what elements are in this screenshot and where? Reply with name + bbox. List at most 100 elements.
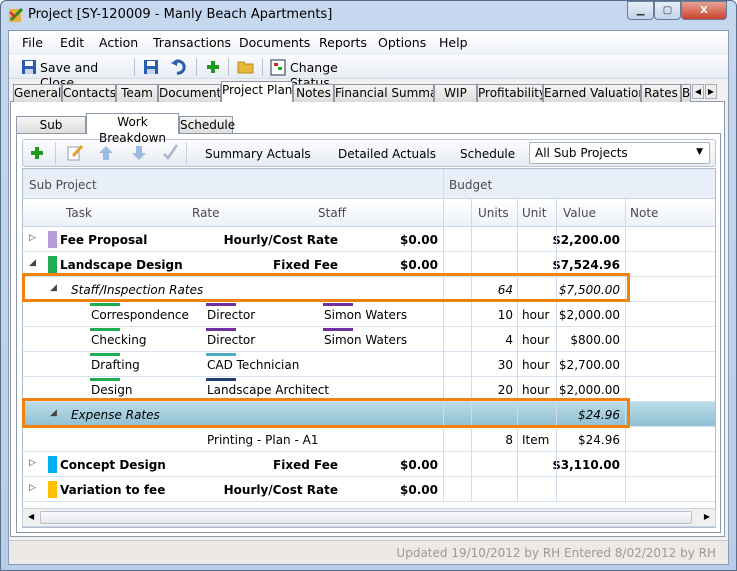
column-divider bbox=[443, 199, 444, 502]
tab-b[interactable]: B bbox=[681, 84, 691, 102]
tab-scroll-right-button[interactable]: ▶ bbox=[705, 84, 717, 99]
grid-row[interactable]: Correspondence Director Simon Waters 10 hour… bbox=[23, 302, 715, 327]
task-name: Checking bbox=[91, 333, 147, 347]
grid-header-groups bbox=[23, 169, 715, 199]
grid-row[interactable]: ▷ Variation to fee Hourly/Cost Rate $0.00 bbox=[23, 477, 715, 502]
column-divider bbox=[517, 199, 518, 502]
staff-color-bar bbox=[323, 303, 353, 306]
grid-row[interactable]: Printing - Plan - A1 8 Item $24.96 bbox=[23, 427, 715, 452]
edit-icon[interactable] bbox=[66, 144, 84, 162]
rate-color-bar bbox=[206, 353, 236, 356]
scroll-right-icon[interactable]: ▶ bbox=[704, 512, 710, 521]
column-value[interactable]: Value bbox=[563, 206, 596, 220]
undo-icon[interactable] bbox=[170, 58, 188, 76]
tab-financial-summary[interactable]: Financial Summary bbox=[334, 84, 434, 102]
scroll-left-icon[interactable]: ◀ bbox=[28, 512, 34, 521]
schedule-button[interactable]: Schedule bbox=[460, 147, 515, 161]
column-divider bbox=[471, 199, 472, 502]
task-color-bar bbox=[90, 303, 120, 306]
tab-profitability[interactable]: Profitability bbox=[477, 84, 543, 102]
tab-team[interactable]: Team bbox=[116, 84, 158, 102]
save-icon bbox=[22, 60, 36, 74]
budget-value: $2,000.00 bbox=[558, 383, 620, 397]
save-icon[interactable] bbox=[143, 59, 159, 75]
column-unit[interactable]: Unit bbox=[522, 206, 546, 220]
rate-name: Landscape Architect bbox=[207, 383, 330, 397]
column-note[interactable]: Note bbox=[630, 206, 658, 220]
menu-action[interactable]: Action bbox=[99, 35, 138, 50]
tab-earned-valuations[interactable]: Earned Valuations bbox=[543, 84, 641, 102]
chevron-down-icon: ▼ bbox=[696, 147, 703, 157]
check-icon[interactable] bbox=[162, 144, 178, 160]
expand-icon[interactable]: ▷ bbox=[29, 483, 36, 493]
tab-notes[interactable]: Notes bbox=[293, 84, 334, 102]
units: 4 bbox=[505, 333, 513, 347]
summary-actuals-button[interactable]: Summary Actuals bbox=[205, 147, 311, 161]
rate-name: Printing - Plan - A1 bbox=[207, 433, 319, 447]
collapse-icon[interactable]: ◢ bbox=[29, 258, 36, 268]
move-down-icon[interactable] bbox=[131, 145, 147, 161]
horizontal-scrollbar[interactable]: ◀ ▶ bbox=[22, 508, 716, 527]
budget-value: $2,200.00 bbox=[552, 233, 620, 247]
amount: $0.00 bbox=[400, 233, 438, 247]
save-and-close-button[interactable]: Save and Close bbox=[21, 58, 125, 90]
detailed-actuals-button[interactable]: Detailed Actuals bbox=[338, 147, 436, 161]
unit: hour bbox=[522, 333, 550, 347]
add-icon[interactable] bbox=[29, 145, 45, 161]
menu-documents[interactable]: Documents bbox=[239, 35, 310, 50]
column-group-budget[interactable]: Budget bbox=[449, 178, 492, 192]
subtab-sub-projects[interactable]: Sub Projects bbox=[16, 116, 86, 148]
column-units[interactable]: Units bbox=[478, 206, 509, 220]
grid-row[interactable]: Checking Director Simon Waters 4 hour $800.00 bbox=[23, 327, 715, 352]
open-folder-icon[interactable] bbox=[237, 59, 255, 75]
column-task[interactable]: Task bbox=[66, 206, 92, 220]
rate-name: Director bbox=[207, 308, 256, 322]
menu-reports[interactable]: Reports bbox=[319, 35, 367, 50]
window-title: Project [SY-120009 - Manly Beach Apartme… bbox=[28, 7, 333, 22]
task-name: Design bbox=[91, 383, 133, 397]
subtab-schedule[interactable]: Schedule bbox=[179, 116, 235, 134]
change-status-button[interactable]: Change Status bbox=[270, 58, 370, 90]
toolbar-separator bbox=[262, 58, 263, 76]
task-color-bar bbox=[90, 353, 120, 356]
tab-general[interactable]: General bbox=[13, 84, 62, 102]
close-button[interactable]: X bbox=[681, 1, 727, 20]
column-staff[interactable]: Staff bbox=[318, 206, 346, 220]
menu-options[interactable]: Options bbox=[378, 35, 426, 50]
units: 20 bbox=[497, 383, 513, 397]
sub-project-filter-select[interactable]: All Sub Projects ▼ bbox=[529, 142, 710, 164]
grid-row[interactable]: Drafting CAD Technician 30 hour $2,700.00 bbox=[23, 352, 715, 377]
tab-rates[interactable]: Rates bbox=[641, 84, 681, 102]
menu-file[interactable]: File bbox=[22, 35, 43, 50]
grid-row[interactable]: ▷ Fee Proposal Hourly/Cost Rate $0.00 $2,200… bbox=[23, 227, 715, 252]
subtab-work-breakdown[interactable]: Work Breakdown bbox=[86, 113, 179, 145]
amount: $0.00 bbox=[400, 458, 438, 472]
unit: Item bbox=[522, 433, 550, 447]
toolbar-separator bbox=[134, 58, 135, 76]
move-up-icon[interactable] bbox=[98, 145, 114, 161]
grid-row[interactable]: ▷ Concept Design Fixed Fee $0.00 $3,110.00 bbox=[23, 452, 715, 477]
column-group-sub-project[interactable]: Sub Project bbox=[29, 178, 97, 192]
maximize-button[interactable]: ▢ bbox=[654, 1, 681, 20]
task-name: Drafting bbox=[91, 358, 140, 372]
menu-transactions[interactable]: Transactions bbox=[153, 35, 231, 50]
rate-name: Director bbox=[207, 333, 256, 347]
task-color-bar bbox=[90, 328, 120, 331]
column-rate[interactable]: Rate bbox=[192, 206, 220, 220]
tab-scroll-left-button[interactable]: ◀ bbox=[692, 84, 704, 99]
expand-icon[interactable]: ▷ bbox=[29, 233, 36, 243]
add-icon[interactable] bbox=[205, 59, 221, 75]
expand-icon[interactable]: ▷ bbox=[29, 458, 36, 468]
tab-wip[interactable]: WIP bbox=[434, 84, 477, 102]
toolbar-separator bbox=[55, 142, 56, 164]
unit: hour bbox=[522, 358, 550, 372]
tab-documents[interactable]: Documents bbox=[158, 84, 221, 102]
tab-contacts[interactable]: Contacts bbox=[62, 84, 116, 102]
budget-value: $2,000.00 bbox=[558, 308, 620, 322]
sub-project-name: Variation to fee bbox=[60, 483, 166, 497]
tab-project-plan[interactable]: Project Plan bbox=[221, 81, 293, 102]
minimize-button[interactable]: ▁ bbox=[627, 1, 654, 20]
menu-edit[interactable]: Edit bbox=[60, 35, 84, 50]
menu-help[interactable]: Help bbox=[439, 35, 468, 50]
scrollbar-thumb[interactable] bbox=[40, 511, 692, 524]
